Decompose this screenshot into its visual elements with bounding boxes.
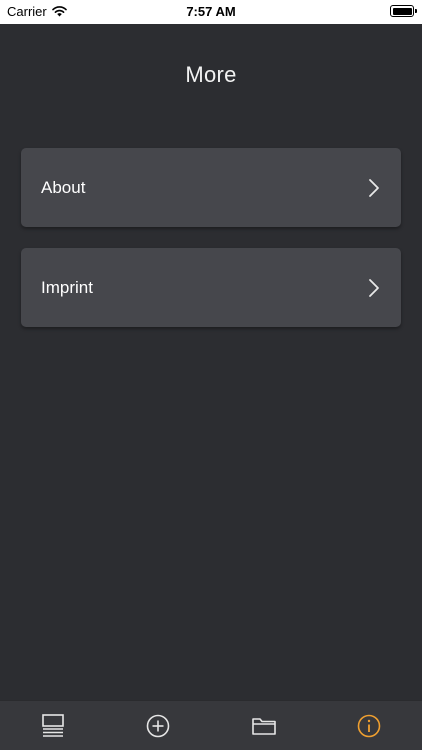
tab-add[interactable] xyxy=(128,701,188,750)
more-screen: Carrier 7:57 AM More About Imprint xyxy=(0,0,422,750)
menu-item-about[interactable]: About xyxy=(21,148,401,227)
battery-icon xyxy=(390,5,417,17)
folder-icon xyxy=(251,717,276,735)
tab-bar xyxy=(0,700,422,750)
status-bar: Carrier 7:57 AM xyxy=(0,0,422,24)
add-circle-icon xyxy=(146,714,170,737)
menu-item-label: Imprint xyxy=(41,277,93,297)
menu-item-imprint[interactable]: Imprint xyxy=(21,248,401,327)
battery-fill xyxy=(392,7,412,15)
tab-folder[interactable] xyxy=(234,701,294,750)
status-right xyxy=(390,5,417,17)
menu-item-label: About xyxy=(41,177,86,197)
tab-list[interactable] xyxy=(23,701,83,750)
info-circle-icon xyxy=(357,714,381,737)
tab-info[interactable] xyxy=(339,701,399,750)
status-time: 7:57 AM xyxy=(186,4,236,19)
chevron-right-icon xyxy=(369,278,379,297)
page-title: More xyxy=(185,62,237,87)
chevron-right-icon xyxy=(369,178,379,197)
list-layout-icon xyxy=(41,713,64,737)
